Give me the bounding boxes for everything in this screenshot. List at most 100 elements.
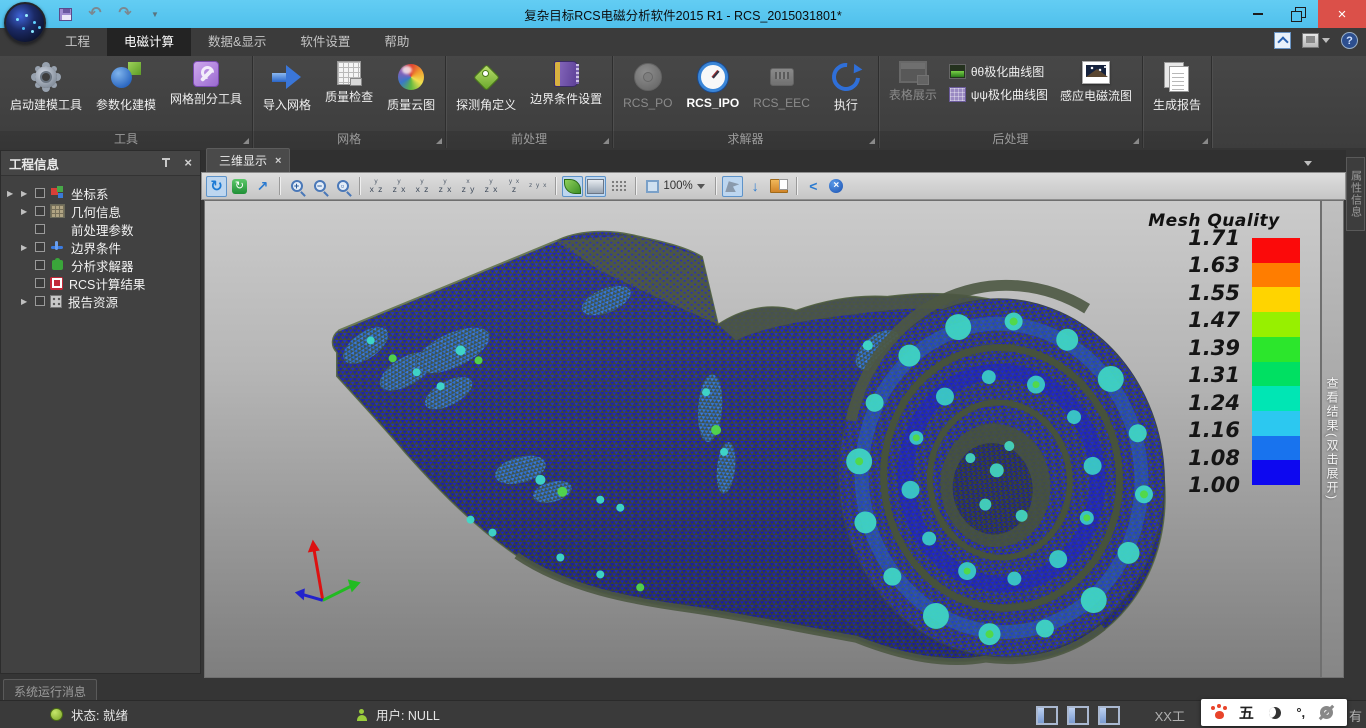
tree-expand-icon[interactable]: ▶ [21, 189, 35, 198]
ribbon-button-probe-angle-define[interactable]: 探测角定义 [449, 58, 523, 114]
pan-icon[interactable] [252, 176, 273, 197]
export-icon[interactable] [803, 176, 824, 197]
view-orientation-icon[interactable]: yx z [366, 176, 387, 197]
tree-checkbox[interactable] [35, 278, 45, 288]
rotate-icon[interactable] [206, 176, 227, 197]
ribbon-button-boundary-condition-settings[interactable]: 边界条件设置 [523, 58, 609, 108]
menu-tab-data-display[interactable]: 数据&显示 [191, 28, 283, 56]
menu-tab-software-settings[interactable]: 软件设置 [283, 28, 367, 56]
ribbon-button-execute[interactable]: 执行 [817, 58, 875, 114]
collapse-ribbon-icon[interactable] [1274, 32, 1291, 49]
ribbon-button-induced-em-current-map[interactable]: 感应电磁流图 [1053, 58, 1139, 105]
sync-icon[interactable] [229, 176, 250, 197]
tree-root-arrow-icon[interactable]: ▶ [7, 189, 21, 198]
leaf-icon[interactable] [562, 176, 583, 197]
tree-item-geometry-info[interactable]: ▶几何信息 [1, 202, 200, 220]
mesh-speckle [456, 345, 466, 355]
ribbon-group-label-text: 工具 [114, 132, 138, 146]
view-orientation-icon[interactable]: xz y [458, 176, 479, 197]
ime-mode-button[interactable]: 五 [1239, 702, 1254, 723]
tab-close-icon[interactable]: × [275, 155, 281, 167]
results-collapsed-panel[interactable]: 查看结果(双击展开) [1321, 200, 1344, 678]
ribbon-button-quality-check[interactable]: 质量检查 [318, 58, 380, 106]
viewport-3d[interactable]: Mesh Quality 1.711.631.551.471.391.311.2… [204, 200, 1321, 678]
ribbon-button-quality-cloud-map[interactable]: 质量云图 [380, 58, 442, 114]
tree-checkbox[interactable] [35, 224, 45, 234]
toolbar-separator [359, 177, 360, 195]
tree-item-preprocess-params[interactable]: 前处理参数 [1, 220, 200, 238]
zoom-fit-icon[interactable]: ▫ [332, 176, 353, 197]
view-orientation-icon[interactable]: yz x [435, 176, 456, 197]
group-expand-icon[interactable] [1133, 138, 1139, 144]
preprocess-T-icon [50, 222, 65, 236]
ribbon-button-theta-polarization-curve[interactable]: θθ极化曲线图 [944, 62, 1053, 81]
window-style-button[interactable] [1302, 33, 1330, 48]
tree-expand-icon[interactable]: ▶ [21, 297, 35, 306]
ribbon-group-label-text: 网格 [337, 132, 361, 146]
legend-color-cell [1252, 362, 1300, 387]
group-expand-icon[interactable] [436, 138, 442, 144]
zoom-out-icon[interactable]: − [309, 176, 330, 197]
menu-tab-help[interactable]: 帮助 [367, 28, 426, 56]
select-view-icon[interactable] [722, 176, 743, 197]
ime-punctuation-button[interactable]: °, [1296, 705, 1305, 720]
group-expand-icon[interactable] [1202, 138, 1208, 144]
pin-icon[interactable] [160, 157, 172, 169]
panel-close-icon[interactable]: × [184, 157, 192, 169]
ribbon-button-import-mesh[interactable]: 导入网格 [256, 58, 318, 114]
mesh-part[interactable] [332, 231, 1182, 673]
tree-item-coordinate-system[interactable]: ▶▶坐标系 [1, 184, 200, 202]
tree-checkbox[interactable] [35, 206, 45, 216]
app-logo[interactable] [4, 2, 46, 44]
ime-moon-icon[interactable] [1269, 707, 1281, 719]
view-orientation-icon[interactable]: yz x [481, 176, 502, 197]
tree-checkbox[interactable] [35, 242, 45, 252]
tree-checkbox[interactable] [35, 260, 45, 270]
folder-image-icon[interactable] [768, 176, 790, 197]
zoom-level-widget[interactable]: 100% [642, 176, 708, 197]
project-tree: ▶▶坐标系▶几何信息前处理参数▶边界条件分析求解器RCS计算结果▶报告资源 [1, 176, 200, 310]
close-button[interactable]: × [1318, 0, 1366, 28]
help-icon[interactable]: ? [1341, 32, 1358, 49]
legend-color-cell [1252, 287, 1300, 312]
view-orientation-icon[interactable]: yz x [389, 176, 410, 197]
zoom-in-icon[interactable]: + [286, 176, 307, 197]
window-layout-2-icon[interactable] [1067, 706, 1089, 725]
tree-item-rcs-results[interactable]: RCS计算结果 [1, 274, 200, 292]
minimize-button[interactable] [1238, 0, 1278, 28]
tab-3d-display[interactable]: 三维显示 × [206, 148, 290, 172]
ribbon-button-psi-polarization-curve[interactable]: ψψ极化曲线图 [944, 85, 1053, 104]
restore-button[interactable] [1278, 0, 1318, 28]
ime-brand-paw-icon[interactable] [1215, 711, 1224, 719]
tree-item-report-resources[interactable]: ▶报告资源 [1, 292, 200, 310]
ribbon-button-generate-report[interactable]: 生成报告 [1146, 58, 1208, 114]
tree-checkbox[interactable] [35, 188, 45, 198]
ribbon-button-parametric-modeling[interactable]: 参数化建模 [89, 58, 163, 114]
view-orientation-icon[interactable]: yx z [412, 176, 433, 197]
tree-item-boundary-conditions[interactable]: ▶边界条件 [1, 238, 200, 256]
tree-expand-icon[interactable]: ▶ [21, 207, 35, 216]
arrow-down-icon[interactable] [745, 176, 766, 197]
window-layout-3-icon[interactable] [1098, 706, 1120, 725]
window-layout-1-icon[interactable] [1036, 706, 1058, 725]
view-orientation-icon[interactable]: z y x [527, 176, 549, 197]
shade-icon[interactable] [585, 176, 606, 197]
ribbon-button-start-modeling-tool[interactable]: 启动建模工具 [3, 58, 89, 114]
group-expand-icon[interactable] [603, 138, 609, 144]
ime-settings-gear-icon[interactable] [1320, 706, 1333, 719]
view-orientation-icon[interactable]: y xz [504, 176, 525, 197]
tree-item-analysis-solver[interactable]: 分析求解器 [1, 256, 200, 274]
ribbon-button-mesh-partition-tool[interactable]: 网格剖分工具 [163, 58, 249, 108]
tabstrip-dropdown-icon[interactable] [1304, 161, 1312, 166]
ribbon-button-rcs-ipo[interactable]: RCS_IPO [679, 58, 746, 111]
tree-checkbox[interactable] [35, 296, 45, 306]
menu-tab-project[interactable]: 工程 [48, 28, 107, 56]
property-info-tab[interactable]: 属性信息 [1346, 157, 1365, 231]
system-message-tab[interactable]: 系统运行消息 [3, 679, 97, 700]
tree-expand-icon[interactable]: ▶ [21, 243, 35, 252]
group-expand-icon[interactable] [243, 138, 249, 144]
close-circle-icon[interactable] [826, 176, 847, 197]
menu-tab-em-compute[interactable]: 电磁计算 [107, 28, 191, 56]
grid-dots-icon[interactable] [608, 176, 629, 197]
group-expand-icon[interactable] [869, 138, 875, 144]
